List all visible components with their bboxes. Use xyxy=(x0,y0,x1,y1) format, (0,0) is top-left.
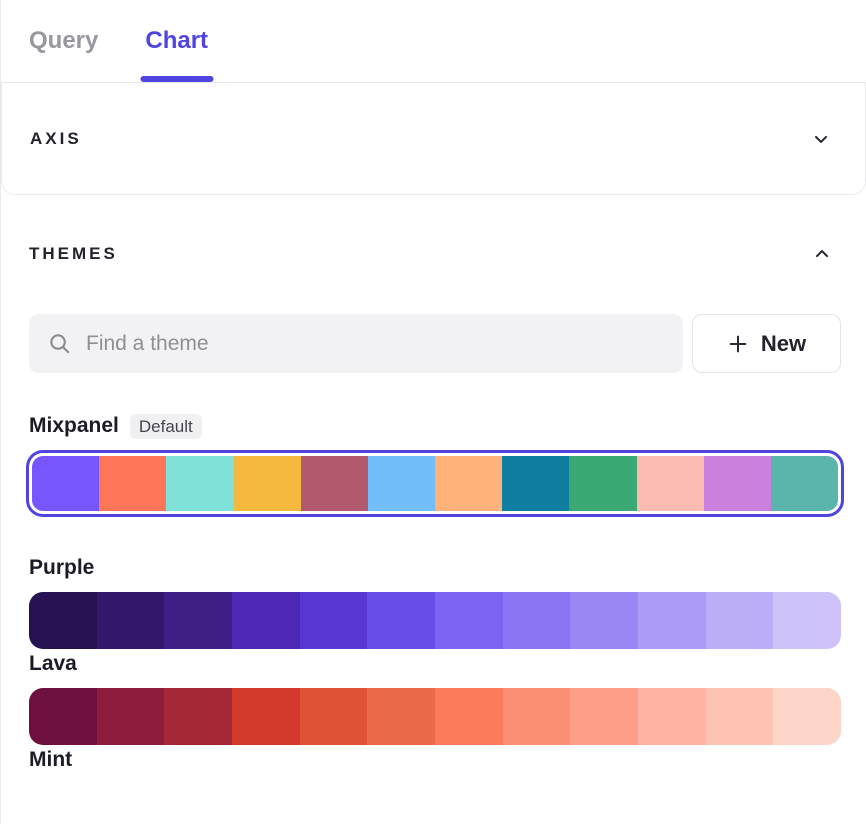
color-swatch[interactable] xyxy=(773,592,841,649)
default-badge: Default xyxy=(130,414,202,439)
axis-section-header[interactable]: AXIS xyxy=(1,83,866,195)
theme-label-row: Lava xyxy=(29,649,841,679)
theme-item-lava[interactable]: Lava xyxy=(29,649,841,745)
active-tab-indicator xyxy=(140,76,213,82)
theme-name: Lava xyxy=(29,652,77,676)
theme-label-row: Mixpanel Default xyxy=(29,411,841,441)
color-swatch[interactable] xyxy=(300,592,368,649)
color-swatch[interactable] xyxy=(637,456,704,511)
color-swatch[interactable] xyxy=(771,456,838,511)
theme-swatch-row[interactable] xyxy=(32,456,838,511)
theme-swatch-row[interactable] xyxy=(29,592,841,649)
chevron-up-icon[interactable] xyxy=(812,244,832,264)
color-swatch[interactable] xyxy=(435,688,503,745)
theme-search-input[interactable] xyxy=(86,332,664,356)
color-swatch[interactable] xyxy=(638,688,706,745)
axis-section-title: AXIS xyxy=(30,129,82,149)
color-swatch[interactable] xyxy=(502,456,569,511)
color-swatch[interactable] xyxy=(29,688,97,745)
theme-label-row: Purple xyxy=(29,553,841,583)
theme-name: Mint xyxy=(29,748,72,772)
theme-label-row: Mint xyxy=(29,745,841,775)
new-theme-button[interactable]: New xyxy=(692,314,841,373)
color-swatch[interactable] xyxy=(367,688,435,745)
color-swatch[interactable] xyxy=(232,688,300,745)
tab-query[interactable]: Query xyxy=(29,0,98,82)
color-swatch[interactable] xyxy=(706,688,774,745)
search-icon xyxy=(48,332,71,355)
themes-section-title: THEMES xyxy=(29,244,118,264)
chevron-down-icon[interactable] xyxy=(811,129,831,149)
color-swatch[interactable] xyxy=(367,592,435,649)
theme-search-row: New xyxy=(29,314,841,373)
theme-name: Purple xyxy=(29,556,94,580)
theme-item-mint[interactable]: Mint xyxy=(29,745,841,775)
theme-item-mixpanel[interactable]: Mixpanel Default xyxy=(29,411,841,517)
color-swatch[interactable] xyxy=(435,456,502,511)
color-swatch[interactable] xyxy=(638,592,706,649)
color-swatch[interactable] xyxy=(706,592,774,649)
themes-section: THEMES New Mixpanel Default xyxy=(1,240,866,775)
theme-name: Mixpanel xyxy=(29,414,119,438)
color-swatch[interactable] xyxy=(300,688,368,745)
color-swatch[interactable] xyxy=(97,592,165,649)
tab-chart[interactable]: Chart xyxy=(145,0,208,82)
color-swatch[interactable] xyxy=(99,456,166,511)
color-swatch[interactable] xyxy=(301,456,368,511)
color-swatch[interactable] xyxy=(368,456,435,511)
tab-chart-label: Chart xyxy=(145,27,208,55)
color-swatch[interactable] xyxy=(503,592,571,649)
theme-item-purple[interactable]: Purple xyxy=(29,553,841,649)
color-swatch[interactable] xyxy=(29,592,97,649)
themes-section-header[interactable]: THEMES xyxy=(29,240,841,268)
color-swatch[interactable] xyxy=(569,456,636,511)
color-swatch[interactable] xyxy=(773,688,841,745)
selected-theme-outline[interactable] xyxy=(26,450,844,517)
theme-swatch-row[interactable] xyxy=(29,688,841,745)
color-swatch[interactable] xyxy=(435,592,503,649)
color-swatch[interactable] xyxy=(166,456,233,511)
color-swatch[interactable] xyxy=(570,688,638,745)
plus-icon xyxy=(727,333,749,355)
color-swatch[interactable] xyxy=(234,456,301,511)
theme-search-box[interactable] xyxy=(29,314,683,373)
color-swatch[interactable] xyxy=(704,456,771,511)
tab-query-label: Query xyxy=(29,27,98,55)
tab-bar: Query Chart xyxy=(1,0,866,83)
color-swatch[interactable] xyxy=(164,688,232,745)
color-swatch[interactable] xyxy=(232,592,300,649)
color-swatch[interactable] xyxy=(164,592,232,649)
color-swatch[interactable] xyxy=(97,688,165,745)
color-swatch[interactable] xyxy=(32,456,99,511)
color-swatch[interactable] xyxy=(503,688,571,745)
color-swatch[interactable] xyxy=(570,592,638,649)
new-theme-button-label: New xyxy=(761,331,806,357)
